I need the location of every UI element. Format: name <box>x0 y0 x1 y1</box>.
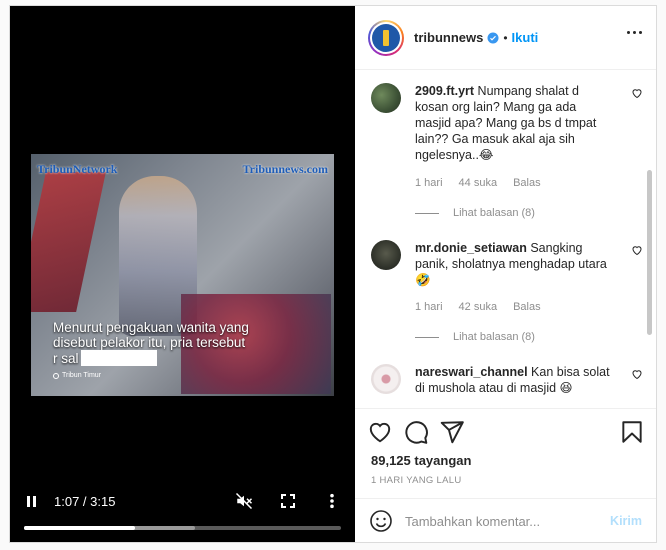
follow-button[interactable]: Ikuti <box>512 30 539 45</box>
comment-meta: 1 hari 42 suka Balas <box>415 301 541 313</box>
fullscreen-icon[interactable] <box>279 492 297 510</box>
post-header: tribunnews • Ikuti <box>355 6 656 70</box>
add-comment-bar: Kirim <box>355 498 656 543</box>
view-replies-label: Lihat balasan (8) <box>453 207 535 219</box>
video-controls: 1:07 / 3:15 <box>10 482 355 542</box>
comment-item: nareswari_channel Kan bisa solat di mush… <box>371 364 642 396</box>
avatar[interactable] <box>368 19 404 56</box>
header-username[interactable]: tribunnews <box>414 30 483 45</box>
like-heart-icon[interactable] <box>631 368 643 380</box>
view-replies[interactable]: Lihat balasan (8) <box>415 331 535 343</box>
mute-icon[interactable] <box>235 492 253 510</box>
comment-icon[interactable] <box>403 419 429 445</box>
scene-stair <box>31 172 106 312</box>
comment-meta: 1 hari 44 suka Balas <box>415 177 541 189</box>
view-replies[interactable]: Lihat balasan (8) <box>415 207 535 219</box>
reply-button[interactable]: Balas <box>513 177 541 189</box>
like-heart-icon[interactable] <box>631 244 643 256</box>
caption-line-3: r sal <box>53 350 79 366</box>
source-icon <box>53 372 59 379</box>
comment-body: 2909.ft.yrt Numpang shalat d kosan org l… <box>415 83 611 163</box>
comment-username[interactable]: nareswari_channel <box>415 365 528 379</box>
more-vertical-icon[interactable] <box>323 492 341 510</box>
comment-time: 1 hari <box>415 301 443 313</box>
comment-likes[interactable]: 42 suka <box>459 301 498 313</box>
video-source: Tribun Timur <box>53 372 101 379</box>
source-label: Tribun Timur <box>62 372 102 379</box>
verified-badge-icon <box>487 32 499 43</box>
controls-row: 1:07 / 3:15 <box>24 492 341 510</box>
caption-line-2: disebut pelakor itu, pria tersebut <box>53 335 246 350</box>
comment-item: 2909.ft.yrt Numpang shalat d kosan org l… <box>371 83 642 163</box>
comment-username[interactable]: 2909.ft.yrt <box>415 84 474 98</box>
comment-likes[interactable]: 44 suka <box>459 177 498 189</box>
comment-time: 1 hari <box>415 177 443 189</box>
comment-avatar[interactable] <box>371 240 401 270</box>
post-comment-button[interactable]: Kirim <box>610 514 642 528</box>
comment-body: mr.donie_setiawan Sangking panik, sholat… <box>415 240 611 288</box>
comment-item: mr.donie_setiawan Sangking panik, sholat… <box>371 240 642 288</box>
video-progress-bar[interactable] <box>24 526 341 530</box>
comment-input[interactable] <box>405 513 611 529</box>
comment-username[interactable]: mr.donie_setiawan <box>415 241 527 255</box>
comments-list[interactable]: 2909.ft.yrt Numpang shalat d kosan org l… <box>355 70 656 408</box>
tribunnews-logo: Tribunnews.com <box>242 162 328 176</box>
tribunnews-avatar-icon <box>372 23 400 52</box>
save-bookmark-icon[interactable] <box>619 419 645 445</box>
video-frame[interactable]: TribunNetwork Tribunnews.com Menurut pen… <box>31 154 334 396</box>
share-icon[interactable] <box>439 419 465 445</box>
comments-scrollbar[interactable] <box>647 170 652 335</box>
view-replies-label: Lihat balasan (8) <box>453 331 535 343</box>
video-time: 1:07 / 3:15 <box>54 493 116 509</box>
comment-body: nareswari_channel Kan bisa solat di mush… <box>415 364 611 396</box>
separator-bullet: • <box>503 30 508 45</box>
instagram-post-modal: TribunNetwork Tribunnews.com Menurut pen… <box>9 5 657 543</box>
like-heart-icon[interactable] <box>631 87 643 99</box>
post-panel: tribunnews • Ikuti 2909.ft.yrt Numpang s… <box>355 6 656 542</box>
like-icon[interactable] <box>367 419 393 445</box>
more-options-icon[interactable] <box>627 31 642 34</box>
video-player[interactable]: TribunNetwork Tribunnews.com Menurut pen… <box>10 6 355 542</box>
caption-line-3-row: r sal <box>53 350 249 366</box>
tribun-network-logo: TribunNetwork <box>37 162 118 176</box>
view-count[interactable]: 89,125 tayangan <box>371 453 471 468</box>
redaction-box <box>80 350 157 366</box>
video-caption: Menurut pengakuan wanita yang disebut pe… <box>53 320 249 366</box>
caption-line-1: Menurut pengakuan wanita yang <box>53 320 249 335</box>
post-date[interactable]: 1 HARI YANG LALU <box>371 475 462 486</box>
comment-avatar[interactable] <box>371 83 401 113</box>
post-actions: 89,125 tayangan 1 HARI YANG LALU Kirim <box>355 408 656 542</box>
reply-button[interactable]: Balas <box>513 301 541 313</box>
comment-avatar[interactable] <box>371 364 401 394</box>
progress-played <box>24 526 135 530</box>
emoji-icon[interactable] <box>369 509 393 533</box>
pause-icon[interactable] <box>24 494 38 508</box>
